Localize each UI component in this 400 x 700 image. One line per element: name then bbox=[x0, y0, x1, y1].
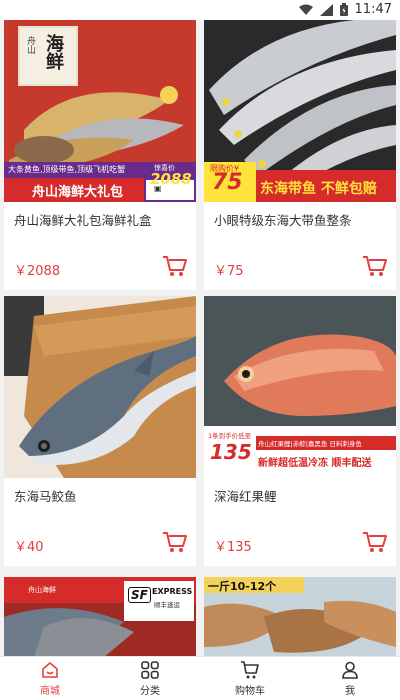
cart-icon bbox=[241, 661, 259, 679]
banner-logo: 海鲜 bbox=[43, 34, 64, 70]
wifi-icon bbox=[298, 4, 313, 15]
tab-mall[interactable]: 商城 bbox=[0, 657, 100, 700]
status-time: 11:47 bbox=[354, 2, 392, 17]
product-image[interactable]: 舟山海鲜 SF EXPRESS 顺丰速运 bbox=[4, 577, 196, 656]
product-card[interactable]: 东海马鲛鱼 ￥40 bbox=[4, 296, 196, 566]
bottom-tab-bar: 商城 分类 购物车 我 bbox=[0, 656, 400, 700]
tab-label: 商城 bbox=[40, 686, 60, 697]
product-card[interactable]: 舟山海鲜 SF EXPRESS 顺丰速运 bbox=[4, 577, 196, 656]
tab-category[interactable]: 分类 bbox=[100, 657, 200, 700]
product-title[interactable]: 深海红果鲤 bbox=[214, 486, 277, 505]
banner-brand: 舟山海鲜 bbox=[28, 586, 56, 594]
product-image[interactable] bbox=[4, 296, 196, 478]
product-card[interactable]: 1条到手价低至 135 舟山红果鲤|赤鯮|嘉黑鱼 日料刺身鱼 新鲜超低温冷冻 顺… bbox=[204, 296, 396, 566]
add-to-cart-icon[interactable] bbox=[162, 254, 188, 278]
product-title[interactable]: 东海马鲛鱼 bbox=[14, 486, 77, 505]
banner-title: 舟山海鲜大礼包 bbox=[32, 185, 124, 200]
signal-icon bbox=[319, 3, 333, 16]
banner-price-tag: 1条到手价低至 bbox=[208, 432, 252, 440]
product-image[interactable]: 一斤10-12个 bbox=[204, 577, 396, 656]
tab-label: 购物车 bbox=[235, 686, 265, 697]
product-title[interactable]: 小眼特级东海大带鱼整条 bbox=[214, 210, 352, 229]
home-icon bbox=[42, 662, 58, 678]
grid-icon bbox=[141, 661, 159, 679]
banner-subtitle: 舟山红果鲤|赤鯮|嘉黑鱼 日料刺身鱼 bbox=[258, 440, 362, 448]
banner-subtitle: 大条黄鱼,顶级带鱼,顶级飞机吃蟹 bbox=[8, 165, 126, 174]
status-bar: 11:47 bbox=[0, 0, 400, 20]
product-title[interactable]: 舟山海鲜大礼包海鲜礼盒 bbox=[14, 210, 152, 229]
banner-price: 135 bbox=[210, 440, 252, 464]
banner-title: 一斤10-12个 bbox=[208, 580, 277, 593]
add-to-cart-icon[interactable] bbox=[362, 254, 388, 278]
product-image[interactable]: 1条到手价低至 135 舟山红果鲤|赤鯮|嘉黑鱼 日料刺身鱼 新鲜超低温冷冻 顺… bbox=[204, 296, 396, 478]
product-price: ￥2088 bbox=[14, 264, 61, 279]
tab-me[interactable]: 我 bbox=[300, 657, 400, 700]
add-to-cart-icon[interactable] bbox=[162, 530, 188, 554]
product-card[interactable]: 限购价¥ 75 东海带鱼 不鲜包赔 小眼特级东海大带鱼整条 ￥75 bbox=[204, 20, 396, 290]
banner-express-sub: 顺丰速运 bbox=[154, 601, 180, 609]
product-grid: 海鲜 舟山 大条黄鱼,顶级带鱼,顶级飞机吃蟹 舟山海鲜大礼包 惊喜价 2088 … bbox=[0, 20, 400, 656]
banner-express-label: EXPRESS bbox=[152, 587, 193, 596]
sf-express-logo-icon: SF bbox=[128, 587, 151, 603]
banner-title: 新鲜超低温冷冻 顺丰配送 bbox=[258, 458, 372, 469]
battery-icon bbox=[339, 3, 348, 16]
status-icons: 11:47 bbox=[298, 2, 392, 17]
product-price: ￥135 bbox=[214, 540, 252, 555]
add-to-cart-icon[interactable] bbox=[362, 530, 388, 554]
origin-label-icon: ▣ bbox=[154, 184, 162, 193]
product-image[interactable]: 海鲜 舟山 大条黄鱼,顶级带鱼,顶级飞机吃蟹 舟山海鲜大礼包 惊喜价 2088 … bbox=[4, 20, 196, 202]
product-image[interactable]: 限购价¥ 75 东海带鱼 不鲜包赔 bbox=[204, 20, 396, 202]
tab-cart[interactable]: 购物车 bbox=[200, 657, 300, 700]
product-price: ￥75 bbox=[214, 264, 244, 279]
product-price: ￥40 bbox=[14, 540, 44, 555]
banner-title: 东海带鱼 不鲜包赔 bbox=[260, 181, 377, 197]
person-icon bbox=[342, 661, 358, 679]
tab-label: 我 bbox=[345, 686, 355, 697]
product-card[interactable]: 一斤10-12个 bbox=[204, 577, 396, 656]
banner-brand: 舟山 bbox=[25, 36, 35, 54]
product-card[interactable]: 海鲜 舟山 大条黄鱼,顶级带鱼,顶级飞机吃蟹 舟山海鲜大礼包 惊喜价 2088 … bbox=[4, 20, 196, 290]
banner-price: 75 bbox=[212, 170, 243, 195]
tab-label: 分类 bbox=[140, 686, 160, 697]
